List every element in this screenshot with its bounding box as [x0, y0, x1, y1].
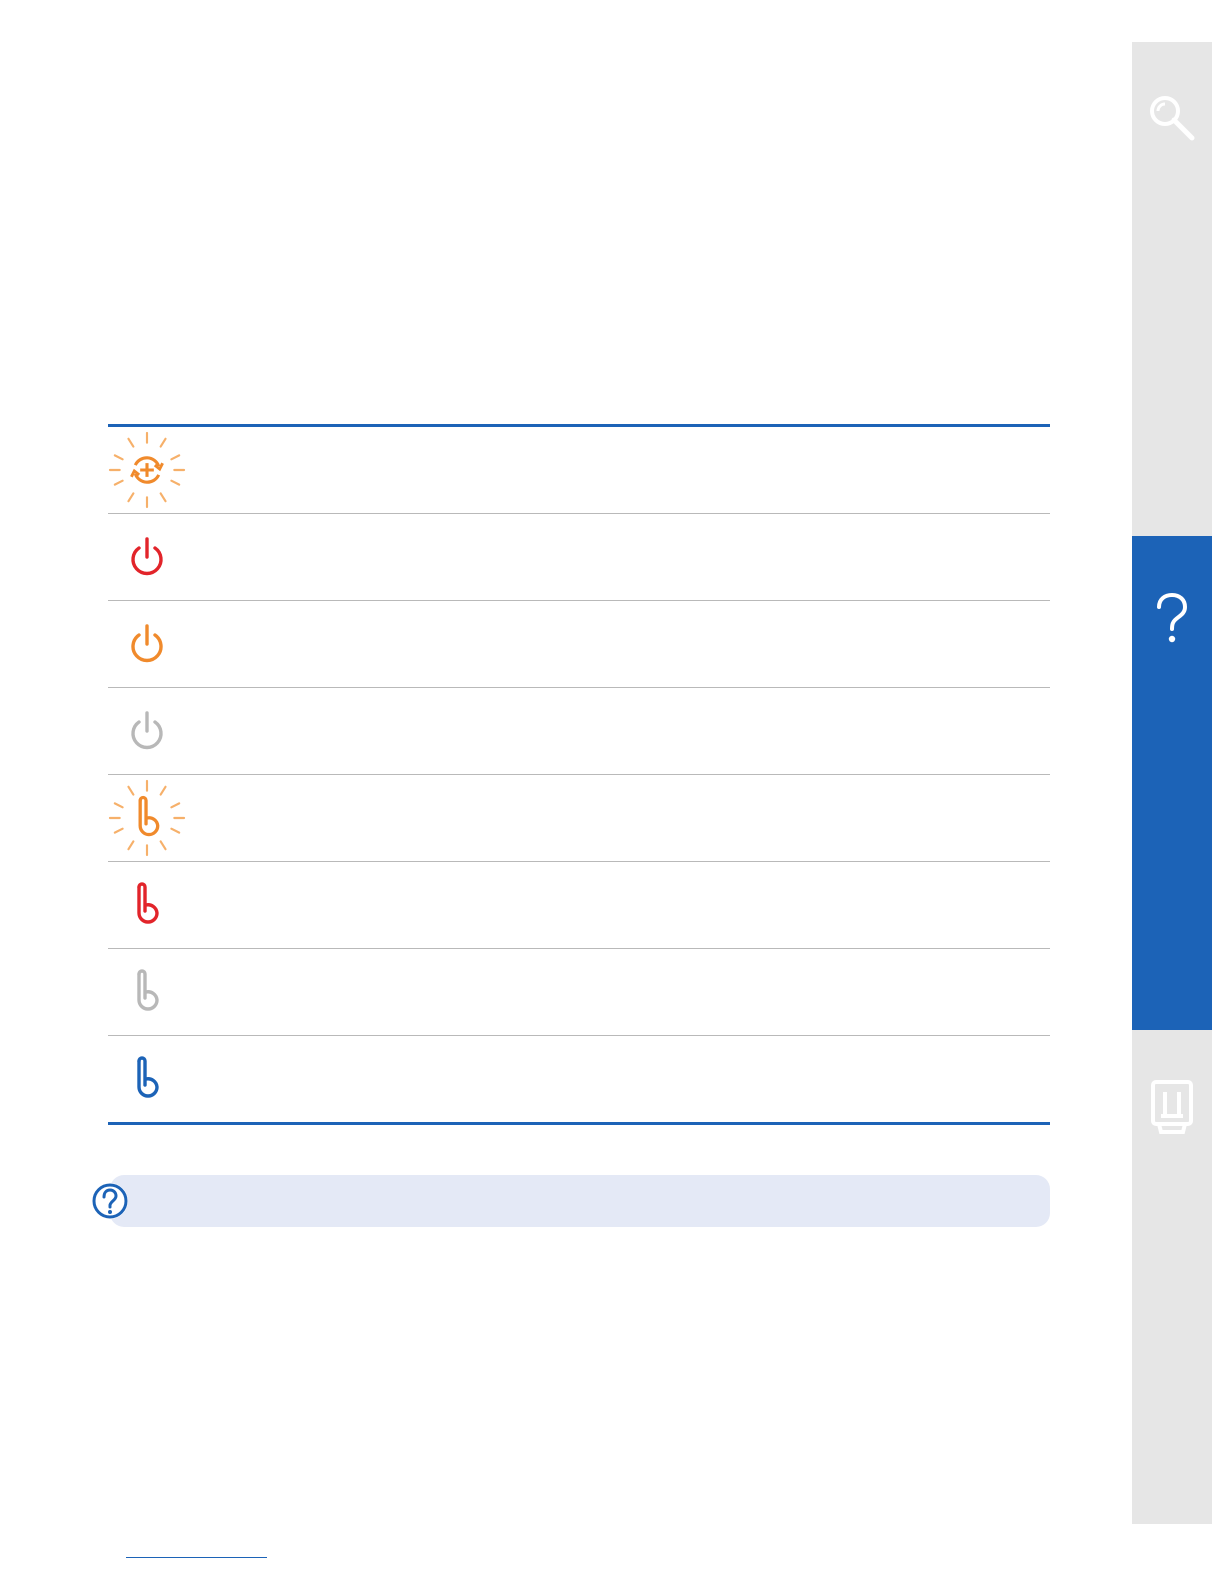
footer-link-underline[interactable] — [126, 1557, 267, 1558]
table-row — [108, 514, 1050, 601]
table-row — [108, 949, 1050, 1036]
power-icon-grey — [131, 711, 163, 750]
icon-cell — [108, 427, 186, 513]
status-light-table — [108, 424, 1050, 1125]
table-row — [108, 775, 1050, 862]
icon-cell — [108, 601, 186, 687]
question-icon — [1157, 592, 1188, 643]
table-row — [108, 601, 1050, 688]
help-tab[interactable] — [1132, 536, 1212, 1030]
icon-cell — [108, 688, 186, 774]
product-tab[interactable] — [1132, 1078, 1212, 1138]
clip-icon-blue — [137, 1056, 159, 1098]
table-row — [108, 688, 1050, 775]
power-icon-red — [131, 537, 163, 576]
icon-cell — [108, 949, 186, 1035]
table-row — [108, 862, 1050, 949]
help-note — [92, 1175, 1050, 1227]
icon-cell — [108, 514, 186, 600]
side-navigation — [1132, 42, 1212, 1524]
table-row — [108, 1036, 1050, 1122]
search-tab[interactable] — [1132, 92, 1212, 144]
question-circle-icon — [92, 1183, 128, 1219]
printer-stand-icon — [1151, 1080, 1193, 1134]
blinking-refresh-plus-icon — [108, 431, 186, 509]
icon-cell — [108, 862, 186, 948]
blinking-clip-icon — [108, 779, 186, 857]
clip-icon-grey — [137, 969, 159, 1011]
clip-icon-red — [137, 882, 159, 924]
icon-cell — [108, 1036, 186, 1122]
search-icon — [1150, 96, 1195, 141]
table-row — [108, 427, 1050, 514]
power-icon-orange — [131, 624, 163, 663]
icon-cell — [108, 775, 186, 861]
